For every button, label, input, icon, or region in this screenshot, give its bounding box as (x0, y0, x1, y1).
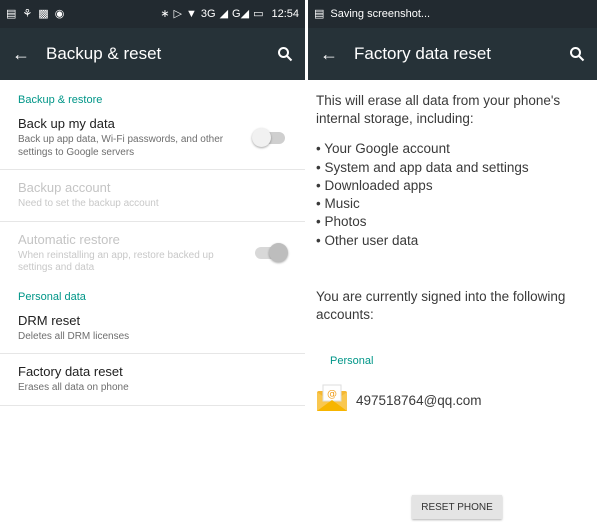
message-icon: ▩ (38, 7, 49, 20)
account-email: 497518764@qq.com (356, 392, 482, 408)
screenshot-notification-icon: ▤ (314, 7, 325, 20)
setting-drm-reset[interactable]: DRM reset Deletes all DRM licenses (0, 303, 305, 354)
section-header-personal-data: Personal data (18, 290, 86, 303)
search-icon[interactable] (563, 43, 585, 65)
svg-text:@: @ (327, 389, 337, 400)
setting-summary: Deletes all DRM licenses (18, 330, 130, 342)
lock-icon: ◉ (54, 7, 65, 20)
section-header-backup-restore: Backup & restore (18, 94, 103, 106)
back-arrow-icon[interactable]: ← (320, 44, 354, 65)
bluetooth-icon: ∗ (160, 7, 170, 20)
list-item: Other user data (316, 232, 587, 250)
setting-title: DRM reset (18, 312, 81, 328)
usb-icon: ⚘ (22, 7, 33, 20)
status-message: Saving screenshot... (330, 8, 431, 20)
signal-icon-2: G◢ (232, 7, 250, 20)
status-bar: ▤ ⚘ ▩ ◉ ∗ ▷ ▼ 3G ◢ G◢ ▭ 12:54 (0, 0, 305, 28)
toggle-knob (252, 127, 271, 147)
page-title: Backup & reset (46, 44, 162, 63)
setting-title: Back up my data (18, 116, 115, 131)
setting-summary: Need to set the backup account (18, 198, 159, 209)
list-item: Downloaded apps (316, 177, 587, 195)
vibrate-icon: ▷ (173, 7, 182, 20)
reset-phone-button[interactable]: RESET PHONE (412, 495, 502, 519)
back-arrow-icon[interactable]: ← (12, 44, 46, 65)
battery-icon: ▭ (253, 7, 264, 20)
clock: 12:54 (271, 8, 299, 20)
erase-list: Your Google account System and app data … (316, 140, 587, 249)
setting-backup-account: Backup account Need to set the backup ac… (0, 170, 305, 222)
wifi-icon: ▼ (186, 7, 197, 20)
screenshot-notification-icon: ▤ (6, 7, 17, 20)
setting-factory-data-reset[interactable]: Factory data reset Erases all data on ph… (0, 354, 305, 406)
setting-automatic-restore: Automatic restore When reinstalling an a… (0, 222, 305, 285)
reset-description: This will erase all data from your phone… (308, 80, 597, 418)
setting-summary: When reinstalling an app, restore backed… (18, 249, 214, 274)
toggle-knob (269, 243, 288, 262)
backup-toggle[interactable] (252, 127, 285, 147)
status-bar: ▤ Saving screenshot... (308, 0, 597, 28)
auto-restore-toggle (255, 243, 288, 262)
signed-in-text: You are currently signed into the follow… (316, 288, 566, 322)
list-item: Your Google account (316, 140, 587, 158)
network-type: 3G (200, 7, 216, 20)
backup-reset-screen: ▤ ⚘ ▩ ◉ ∗ ▷ ▼ 3G ◢ G◢ ▭ 12:54 ← Backup &… (0, 0, 305, 522)
account-group-label: Personal (330, 355, 374, 368)
email-account-icon: @ (316, 383, 348, 418)
factory-reset-screen: ▤ Saving screenshot... ← Factory data re… (308, 0, 597, 522)
setting-backup-my-data[interactable]: Back up my data Back up app data, Wi-Fi … (0, 106, 305, 170)
list-item: Photos (316, 213, 587, 231)
setting-title: Factory data reset (18, 364, 123, 379)
toolbar: ← Backup & reset (0, 28, 305, 80)
notification-icons: ▤ ⚘ ▩ ◉ (6, 7, 65, 20)
search-icon[interactable] (271, 43, 293, 65)
setting-title: Backup account (18, 180, 111, 195)
system-status-icons: ∗ ▷ ▼ 3G ◢ G◢ ▭ 12:54 (160, 8, 299, 20)
setting-summary: Back up app data, Wi-Fi passwords, and o… (18, 134, 224, 158)
page-title: Factory data reset (354, 44, 492, 63)
toolbar: ← Factory data reset (308, 28, 597, 80)
list-item: Music (316, 195, 587, 213)
signal-icon: ◢ (219, 7, 229, 20)
erase-warning: This will erase all data from your phone… (316, 93, 561, 127)
list-item: System and app data and settings (316, 159, 587, 177)
setting-title: Automatic restore (18, 231, 120, 247)
setting-summary: Erases all data on phone (18, 382, 129, 393)
account-row: @ 497518764@qq.com (316, 383, 587, 418)
